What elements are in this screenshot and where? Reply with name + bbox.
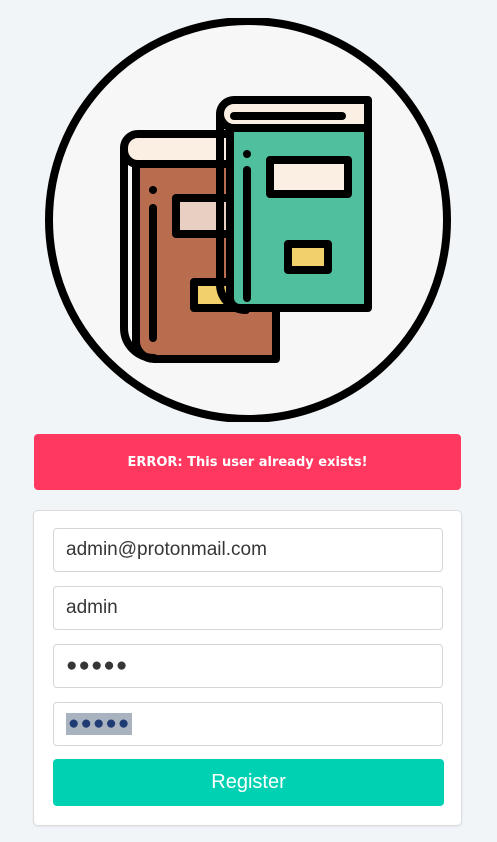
username-field[interactable]: admin (53, 586, 443, 630)
email-value: admin@protonmail.com (66, 539, 267, 560)
register-button-label: Register (211, 771, 286, 793)
email-field[interactable]: admin@protonmail.com (53, 528, 443, 572)
password-field[interactable]: ●●●●● (53, 644, 443, 688)
confirm-password-value: ●●●●● (66, 713, 133, 735)
error-message: ERROR: This user already exists! (127, 454, 368, 470)
error-alert: ERROR: This user already exists! (34, 434, 461, 490)
username-value: admin (66, 597, 118, 618)
books-icon (45, 18, 451, 422)
confirm-password-field[interactable]: ●●●●● (53, 702, 443, 746)
register-button[interactable]: Register (53, 759, 444, 806)
logo (44, 18, 452, 422)
teal-book (216, 96, 372, 314)
register-form: admin@protonmail.com admin ●●●●● ●●●●● R… (33, 510, 462, 826)
password-value: ●●●●● (66, 655, 129, 676)
